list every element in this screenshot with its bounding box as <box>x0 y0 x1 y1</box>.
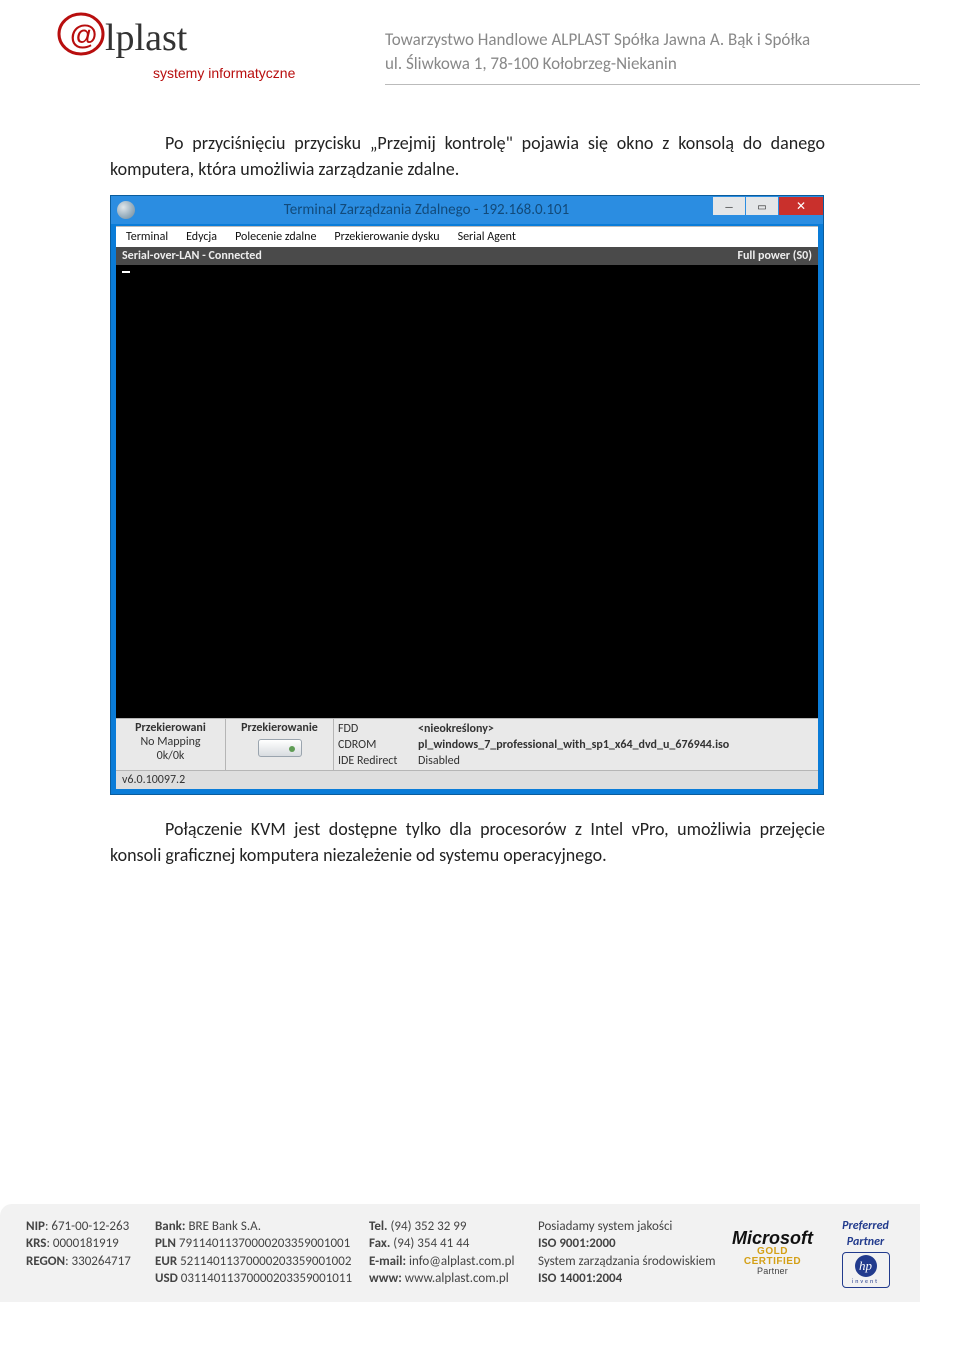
header-divider <box>385 84 920 85</box>
device-row-ide: IDE Redirect Disabled <box>338 753 812 769</box>
status-left: Serial-over-LAN - Connected <box>122 249 262 263</box>
hp-badge-icon: hp invent <box>842 1252 890 1288</box>
menu-item-edycja[interactable]: Edycja <box>186 230 217 244</box>
svg-text:@: @ <box>70 19 97 50</box>
paragraph-1-text: Po przyciśnięciu przycisku „Przejmij kon… <box>110 130 825 182</box>
device-fdd-label: FDD <box>338 721 418 737</box>
paragraph-2-text: Połączenie KVM jest dostępne tylko dla p… <box>110 816 825 868</box>
redirection-col1-header: Przekierowani <box>122 721 219 735</box>
terminal-cursor <box>122 271 130 273</box>
page-footer: NIP: 671-00-12-263 KRS: 0000181919 REGON… <box>0 1204 920 1302</box>
device-cdrom-value: pl_windows_7_professional_with_sp1_x64_d… <box>418 738 729 752</box>
device-fdd-value: <nieokreślony> <box>418 722 494 736</box>
version-strip: v6.0.10097.2 <box>116 770 818 789</box>
drive-icon <box>258 739 302 757</box>
terminal-output[interactable] <box>116 265 818 718</box>
status-right: Full power (S0) <box>737 249 812 263</box>
footer-col-contact: Tel. (94) 352 32 99 Fax. (94) 354 41 44 … <box>369 1218 524 1288</box>
redirection-transfer-size: 0k/0k <box>122 749 219 763</box>
device-cdrom-label: CDROM <box>338 737 418 753</box>
redirection-col2-header: Przekierowanie <box>241 721 318 735</box>
footer-logos: Microsoft GOLD CERTIFIED Partner Preferr… <box>732 1218 900 1288</box>
paragraph-1: Po przyciśnięciu przycisku „Przejmij kon… <box>110 130 825 182</box>
window-system-icon <box>117 201 135 219</box>
footer-col-iso: Posiadamy system jakości ISO 9001:2000 S… <box>538 1218 718 1288</box>
company-info: Towarzystwo Handlowe ALPLAST Spółka Jawn… <box>385 10 920 85</box>
hp-preferred-partner-logo: Preferred Partner hp invent <box>831 1218 900 1288</box>
device-ide-value: Disabled <box>418 753 812 769</box>
company-line-1: Towarzystwo Handlowe ALPLAST Spółka Jawn… <box>385 28 920 52</box>
company-line-2: ul. Śliwkowa 1, 78-100 Kołobrzeg-Niekani… <box>385 52 920 76</box>
minimize-button[interactable]: — <box>713 197 745 215</box>
menu-bar: Terminal Edycja Polecenie zdalne Przekie… <box>116 226 818 247</box>
microsoft-gold-certified-logo: Microsoft GOLD CERTIFIED Partner <box>732 1229 813 1276</box>
redirection-col-2: Przekierowanie <box>226 719 334 770</box>
window-title: Terminal Zarządzania Zdalnego - 192.168.… <box>141 201 712 219</box>
window-buttons: — ▭ ✕ <box>712 197 823 219</box>
menu-item-polecenie-zdalne[interactable]: Polecenie zdalne <box>235 230 316 244</box>
redirection-mapping-status: No Mapping <box>122 735 219 749</box>
paragraph-2: Połączenie KVM jest dostępne tylko dla p… <box>110 816 825 868</box>
connection-status-bar: Serial-over-LAN - Connected Full power (… <box>116 247 818 265</box>
letterhead: @ lplast systemy informatyczne Towarzyst… <box>55 10 920 95</box>
footer-col-bank: Bank: BRE Bank S.A. PLN 7911401137000020… <box>155 1218 355 1288</box>
window-titlebar: Terminal Zarządzania Zdalnego - 192.168.… <box>111 196 823 224</box>
device-ide-label: IDE Redirect <box>338 753 418 769</box>
redirection-col-1: Przekierowani No Mapping 0k/0k <box>116 719 226 770</box>
window-content: Terminal Edycja Polecenie zdalne Przekie… <box>116 226 818 789</box>
logo-sub-text: systemy informatyczne <box>153 65 296 81</box>
remote-terminal-screenshot: Terminal Zarządzania Zdalnego - 192.168.… <box>110 195 824 795</box>
footer-col-ids: NIP: 671-00-12-263 KRS: 0000181919 REGON… <box>26 1218 141 1271</box>
device-row-cdrom: CDROM pl_windows_7_professional_with_sp1… <box>338 737 812 753</box>
logo-main-text: lplast <box>105 17 188 59</box>
menu-item-przekierowanie-dysku[interactable]: Przekierowanie dysku <box>334 230 439 244</box>
menu-item-terminal[interactable]: Terminal <box>126 230 168 244</box>
redirection-panel: Przekierowani No Mapping 0k/0k Przekiero… <box>116 718 818 770</box>
maximize-button[interactable]: ▭ <box>746 197 778 215</box>
redirection-devices: FDD <nieokreślony> CDROM pl_windows_7_pr… <box>334 719 818 770</box>
menu-item-serial-agent[interactable]: Serial Agent <box>458 230 516 244</box>
close-button[interactable]: ✕ <box>779 197 823 215</box>
device-row-fdd: FDD <nieokreślony> <box>338 721 812 737</box>
logo: @ lplast systemy informatyczne <box>55 10 385 95</box>
